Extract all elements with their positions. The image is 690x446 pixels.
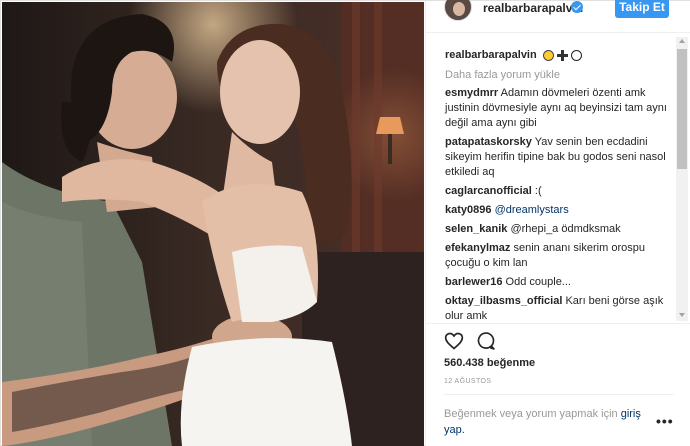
verified-badge-icon [571, 1, 583, 13]
comment-text: :( [534, 185, 542, 197]
comment-mention[interactable]: @dreamlystars [495, 204, 569, 216]
post-caption: realbarbarapalvin [445, 48, 674, 62]
login-prompt: Beğenmek veya yorum yapmak için giriş ya… [444, 406, 654, 438]
post-sidebar: realbarbarapalvin Takip Et realbarbarapa… [425, 0, 690, 446]
load-more-comments[interactable]: Daha fazla yorum yükle [445, 68, 674, 82]
comment-item: selen_kanik @rhepi_a ödmdksmak [445, 222, 674, 237]
heart-icon[interactable] [444, 331, 464, 351]
comment-text: Odd couple... [505, 276, 571, 288]
instagram-post-embed: realbarbarapalvin Takip Et realbarbarapa… [0, 0, 690, 446]
caption-username[interactable]: realbarbarapalvin [445, 48, 537, 62]
comment-username[interactable]: efekanylmaz [445, 242, 510, 254]
post-date[interactable]: 12 AĞUSTOS [444, 378, 491, 385]
comment-item: patapataskorsky Yav senin ben ecdadini s… [445, 135, 674, 180]
avatar[interactable] [444, 0, 472, 21]
scroll-up-arrow-icon[interactable] [679, 39, 685, 43]
comment-item: efekanylmaz senin ananı sikerim orospu ç… [445, 241, 674, 271]
panda-emoji-icon [570, 49, 582, 61]
post-header: realbarbarapalvin Takip Et [426, 0, 690, 27]
footer-divider [444, 394, 674, 395]
login-prompt-text: Beğenmek veya yorum yapmak için [444, 408, 618, 420]
comment-username[interactable]: patapataskorsky [445, 136, 532, 148]
comment-username[interactable]: selen_kanik [445, 223, 507, 235]
comment-username[interactable]: katy0896 [445, 204, 492, 216]
cross-emoji-icon [556, 49, 568, 61]
sunglasses-emoji-icon [542, 49, 554, 61]
comment-item: caglarcanofficial :( [445, 184, 674, 199]
comment-item: barlewer16 Odd couple... [445, 275, 674, 290]
header-username[interactable]: realbarbarapalvin [483, 1, 583, 15]
more-dots-icon[interactable]: ••• [656, 413, 674, 429]
comment-username[interactable]: barlewer16 [445, 276, 502, 288]
comment-text: @rhepi_a ödmdksmak [510, 223, 621, 235]
comment-username[interactable]: esmydmrr [445, 87, 498, 99]
comment-item: oktay_ilbasms_official Karı beni görse a… [445, 294, 674, 323]
post-photo[interactable] [2, 2, 424, 446]
comment-username[interactable]: oktay_ilbasms_official [445, 295, 562, 307]
scrollbar-thumb[interactable] [677, 49, 687, 169]
follow-button[interactable]: Takip Et [615, 0, 669, 18]
comments-list[interactable]: realbarbarapalvin Daha fazla yorum yükle… [426, 33, 674, 323]
actions-divider [426, 323, 690, 324]
post-photo-image [2, 2, 424, 446]
comment-item: katy0896 @dreamlystars [445, 203, 674, 218]
comment-bubble-icon[interactable] [476, 331, 496, 351]
comment-item: esmydmrr Adamın dövmeleri özenti amk jus… [445, 86, 674, 131]
likes-count[interactable]: 560.438 beğenme [444, 357, 535, 369]
scroll-down-arrow-icon[interactable] [679, 313, 685, 317]
comment-username[interactable]: caglarcanofficial [445, 185, 532, 197]
